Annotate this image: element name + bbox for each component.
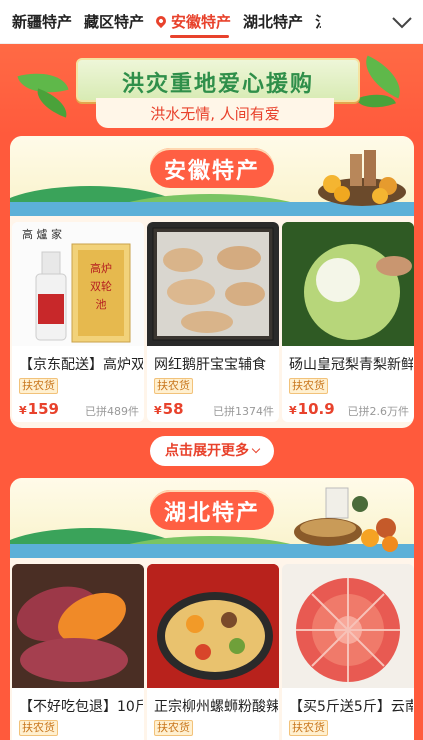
- tab-tibet[interactable]: 藏区特产: [72, 0, 144, 44]
- hero-subtitle: 洪水无情, 人间有爱: [150, 105, 280, 123]
- product-name: 【京东配送】高炉双轮池: [19, 357, 143, 373]
- noodles-and-eggs-icon: [294, 487, 398, 552]
- product-name: 砀山皇冠梨青梨新鲜: [289, 357, 413, 373]
- svg-text:高炉: 高炉: [90, 261, 112, 275]
- fupin-badge: 扶农货: [154, 378, 193, 394]
- product-price: ¥10.9: [289, 400, 335, 418]
- hero-title: 洪灾重地爱心援购: [121, 72, 314, 97]
- hero-banner: 洪灾重地爱心援购 洪水无情, 人间有爱: [0, 44, 423, 136]
- product-card[interactable]: 网红鹅肝宝宝辅食 扶农货 ¥58 已拼1374件: [147, 222, 279, 422]
- section-banner: 湖北特产: [10, 478, 414, 558]
- section-title-pill: 安徽特产: [150, 148, 274, 188]
- product-name: 【买5斤送5斤】云南: [289, 699, 413, 715]
- location-pin-icon: [153, 13, 169, 28]
- currency-symbol: ¥: [19, 404, 27, 417]
- expand-more-button[interactable]: 点击展开更多: [150, 436, 274, 466]
- sold-count: 已拼2.6万件: [347, 405, 410, 418]
- fupin-badge: 扶农货: [19, 378, 58, 394]
- product-price: ¥58: [154, 400, 184, 418]
- chevron-down-icon[interactable]: [391, 12, 413, 32]
- product-row: 【不好吃包退】10斤 扶农货 正宗柳州螺蛳粉酸辣 扶农货 【买5斤送5斤】云南 …: [10, 564, 414, 740]
- sold-count: 已拼1374件: [213, 405, 274, 418]
- product-card[interactable]: 砀山皇冠梨青梨新鲜 扶农货 ¥10.9 已拼2.6万件: [282, 222, 414, 422]
- goose-liver-icon: [152, 227, 274, 341]
- product-image-grapefruit: [282, 564, 414, 688]
- product-image-baijiu: 高 爐 家 高炉 双轮 池: [12, 222, 144, 346]
- svg-text:高 爐 家: 高 爐 家: [22, 227, 62, 241]
- snail-noodle-icon: [147, 564, 279, 688]
- product-price: ¥159: [19, 400, 59, 418]
- product-card[interactable]: 高 爐 家 高炉 双轮 池 【京东配送】高炉双轮池 扶农货 ¥159 已拼489…: [12, 222, 144, 422]
- chevron-down-icon: [251, 444, 261, 454]
- section-title-pill: 湖北特产: [150, 490, 274, 530]
- product-image-luosifen: [147, 564, 279, 688]
- tab-anhui-label: 安徽特产: [171, 12, 232, 31]
- food-basket-icon: [318, 150, 406, 206]
- fupin-badge: 扶农货: [289, 378, 328, 394]
- section-banner: 安徽特产: [10, 136, 414, 216]
- tab-anhui[interactable]: 安徽特产: [144, 0, 231, 44]
- product-card[interactable]: 正宗柳州螺蛳粉酸辣 扶农货: [147, 564, 279, 740]
- product-image-sweet-potato: [12, 564, 144, 688]
- sweet-potato-icon: [12, 564, 144, 688]
- product-row: 高 爐 家 高炉 双轮 池 【京东配送】高炉双轮池 扶农货 ¥159 已拼489…: [10, 222, 414, 422]
- section-title: 湖北特产: [163, 501, 260, 526]
- currency-symbol: ¥: [289, 404, 297, 417]
- product-card[interactable]: 【不好吃包退】10斤 扶农货: [12, 564, 144, 740]
- section-title: 安徽特产: [163, 159, 260, 184]
- svg-text:双轮: 双轮: [90, 279, 112, 293]
- hero-subtitle-plate: 洪水无情, 人间有爱: [96, 98, 334, 128]
- fupin-badge: 扶农货: [19, 720, 58, 736]
- product-name: 网红鹅肝宝宝辅食: [154, 357, 266, 373]
- tab-next[interactable]: 江: [303, 0, 321, 44]
- hero-title-board: 洪灾重地爱心援购: [76, 58, 360, 102]
- section-anhui: 安徽特产 高 爐 家 高炉 双轮 池 【京东配送】高炉双轮池 扶农货: [10, 136, 414, 428]
- price-value: 159: [27, 400, 59, 418]
- region-tab-bar: 新疆特产 藏区特产 安徽特产 湖北特产 江: [0, 0, 423, 44]
- product-name: 正宗柳州螺蛳粉酸辣: [154, 699, 278, 715]
- section-hubei: 湖北特产 【不好吃包退】10斤 扶农货 正宗柳州螺蛳粉酸辣 扶农货 【买5斤送5…: [10, 478, 414, 740]
- price-value: 58: [162, 400, 184, 418]
- fupin-badge: 扶农货: [289, 720, 328, 736]
- product-name: 【不好吃包退】10斤: [19, 699, 143, 715]
- leaf-decoration: [32, 88, 72, 118]
- tab-xinjiang[interactable]: 新疆特产: [0, 0, 72, 44]
- price-value: 10.9: [297, 400, 335, 418]
- tab-hubei[interactable]: 湖北特产: [231, 0, 303, 44]
- svg-text:池: 池: [96, 298, 107, 311]
- product-card[interactable]: 【买5斤送5斤】云南 扶农货: [282, 564, 414, 740]
- expand-more-label: 点击展开更多: [165, 443, 249, 459]
- product-image-pear: [282, 222, 414, 346]
- product-image-goose-liver: [147, 222, 279, 346]
- currency-symbol: ¥: [154, 404, 162, 417]
- green-pear-icon: [282, 222, 414, 346]
- baijiu-bottle-icon: 高 爐 家 高炉 双轮 池: [22, 227, 131, 343]
- fupin-badge: 扶农货: [154, 720, 193, 736]
- leaf-decoration: [356, 55, 410, 99]
- sold-count: 已拼489件: [85, 405, 139, 418]
- red-grapefruit-icon: [282, 564, 414, 688]
